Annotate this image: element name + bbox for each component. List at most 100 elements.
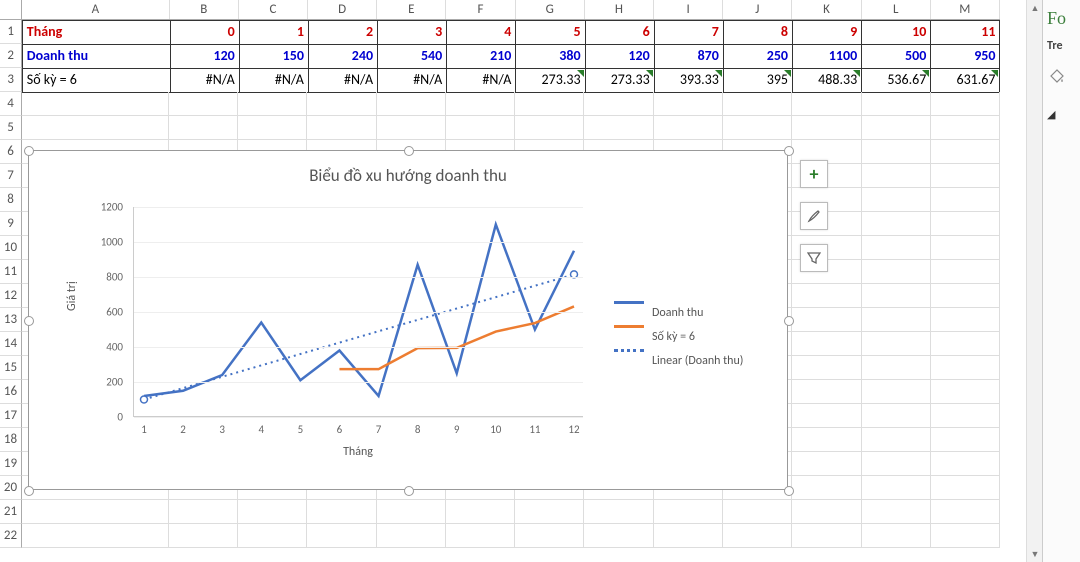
chart-object[interactable]: Biểu đồ xu hướng doanh thu Giá trị 02004… [28, 150, 788, 490]
cell-M14[interactable] [931, 332, 1000, 356]
cell-B5[interactable] [169, 116, 238, 140]
cell-L18[interactable] [862, 428, 931, 452]
cell-A4[interactable] [22, 92, 169, 116]
chart-filters-button[interactable] [800, 244, 828, 272]
cell-B4[interactable] [169, 92, 238, 116]
column-header-G[interactable]: G [516, 0, 585, 19]
cell-K16[interactable] [792, 380, 861, 404]
cell-J2[interactable]: 250 [723, 44, 793, 69]
cell-L20[interactable] [862, 476, 931, 500]
cell-M17[interactable] [931, 404, 1000, 428]
pane-collapse-icon[interactable]: ◢ [1047, 108, 1076, 121]
column-header-M[interactable]: M [931, 0, 1000, 19]
resize-handle-6[interactable] [404, 486, 414, 496]
chart-elements-button[interactable]: + [800, 160, 828, 188]
cell-D3[interactable]: #N/A [308, 68, 378, 93]
cell-L6[interactable] [862, 140, 931, 164]
row-header-22[interactable]: 22 [0, 524, 22, 548]
cell-I2[interactable]: 870 [654, 44, 724, 69]
cell-C3[interactable]: #N/A [239, 68, 309, 93]
cell-L14[interactable] [862, 332, 931, 356]
cell-F4[interactable] [446, 92, 515, 116]
row-header-1[interactable]: 1 [0, 20, 22, 44]
cell-A22[interactable] [22, 524, 169, 548]
cell-A5[interactable] [22, 116, 169, 140]
column-header-C[interactable]: C [239, 0, 308, 19]
cell-I3[interactable]: 393.33 [654, 68, 724, 93]
cell-K21[interactable] [792, 500, 861, 524]
row-header-9[interactable]: 9 [0, 212, 22, 236]
column-header-J[interactable]: J [723, 0, 792, 19]
cell-K20[interactable] [792, 476, 861, 500]
cell-F21[interactable] [446, 500, 515, 524]
cell-K5[interactable] [792, 116, 861, 140]
cell-D22[interactable] [307, 524, 376, 548]
chart-legend[interactable]: Doanh thuSố kỳ = 6Linear (Doanh thu) [614, 301, 743, 373]
cell-B22[interactable] [169, 524, 238, 548]
cell-A3[interactable]: Số kỳ = 6 [22, 68, 171, 93]
cell-C22[interactable] [238, 524, 307, 548]
cell-G22[interactable] [515, 524, 584, 548]
cell-L21[interactable] [862, 500, 931, 524]
row-header-2[interactable]: 2 [0, 44, 22, 68]
cell-A21[interactable] [22, 500, 169, 524]
cell-L4[interactable] [862, 92, 931, 116]
cell-C21[interactable] [238, 500, 307, 524]
cell-E2[interactable]: 540 [377, 44, 447, 69]
cell-J3[interactable]: 395 [723, 68, 793, 93]
cell-D2[interactable]: 240 [308, 44, 378, 69]
cell-B21[interactable] [169, 500, 238, 524]
row-header-5[interactable]: 5 [0, 116, 22, 140]
cell-F5[interactable] [446, 116, 515, 140]
pane-option-icon[interactable] [1047, 65, 1076, 90]
cell-H1[interactable]: 6 [585, 20, 655, 45]
cell-K13[interactable] [792, 308, 861, 332]
cell-L16[interactable] [862, 380, 931, 404]
cell-M9[interactable] [931, 212, 1000, 236]
row-header-11[interactable]: 11 [0, 260, 22, 284]
cell-G1[interactable]: 5 [515, 20, 585, 45]
cell-I4[interactable] [654, 92, 723, 116]
cell-H22[interactable] [584, 524, 653, 548]
cell-F1[interactable]: 4 [446, 20, 516, 45]
row-header-17[interactable]: 17 [0, 404, 22, 428]
cell-M21[interactable] [931, 500, 1000, 524]
cell-H2[interactable]: 120 [585, 44, 655, 69]
column-header-D[interactable]: D [308, 0, 377, 19]
cell-M13[interactable] [931, 308, 1000, 332]
cell-L3[interactable]: 536.67 [861, 68, 931, 93]
cell-H4[interactable] [584, 92, 653, 116]
cell-C5[interactable] [238, 116, 307, 140]
cell-E3[interactable]: #N/A [377, 68, 447, 93]
cell-M18[interactable] [931, 428, 1000, 452]
resize-handle-2[interactable] [784, 146, 794, 156]
cell-B3[interactable]: #N/A [170, 68, 240, 93]
select-all-corner[interactable] [0, 0, 22, 19]
cell-K22[interactable] [792, 524, 861, 548]
cell-D1[interactable]: 2 [308, 20, 378, 45]
cell-C2[interactable]: 150 [239, 44, 309, 69]
chart-styles-button[interactable] [800, 202, 828, 230]
cell-L13[interactable] [862, 308, 931, 332]
cell-L15[interactable] [862, 356, 931, 380]
cell-K2[interactable]: 1100 [792, 44, 862, 69]
cell-E5[interactable] [377, 116, 446, 140]
row-header-13[interactable]: 13 [0, 308, 22, 332]
resize-handle-1[interactable] [404, 146, 414, 156]
cell-G3[interactable]: 273.33 [515, 68, 585, 93]
plot-area[interactable]: 020040060080010001200123456789101112 [133, 207, 583, 417]
row-header-6[interactable]: 6 [0, 140, 22, 164]
cell-G21[interactable] [515, 500, 584, 524]
row-header-12[interactable]: 12 [0, 284, 22, 308]
legend-item-2[interactable]: Linear (Doanh thu) [614, 349, 743, 373]
row-header-4[interactable]: 4 [0, 92, 22, 116]
resize-handle-7[interactable] [784, 486, 794, 496]
cell-F22[interactable] [446, 524, 515, 548]
cell-I5[interactable] [654, 116, 723, 140]
cell-K18[interactable] [792, 428, 861, 452]
column-header-B[interactable]: B [170, 0, 239, 19]
cell-M20[interactable] [931, 476, 1000, 500]
vertical-scrollbar[interactable]: ▲ ▼ [1026, 0, 1042, 562]
cell-L22[interactable] [862, 524, 931, 548]
cell-H3[interactable]: 273.33 [585, 68, 655, 93]
